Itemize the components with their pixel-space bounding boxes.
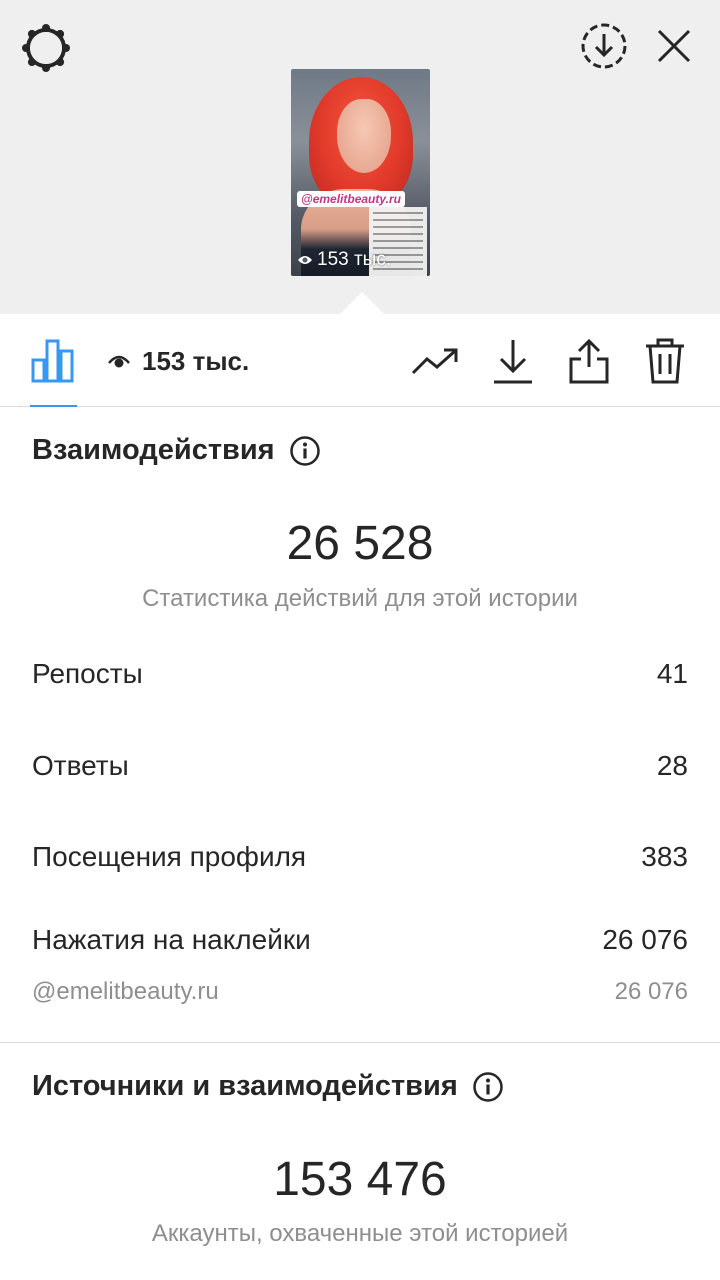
row-value: 383 bbox=[641, 841, 688, 872]
sticker-label: @emelitbeauty.ru bbox=[32, 978, 219, 1005]
delete-button[interactable] bbox=[640, 336, 690, 386]
interactions-title: Взаимодействия bbox=[32, 434, 275, 466]
story-preview-area: @emelitbeauty.ru 153 тыс. bbox=[0, 0, 720, 314]
views-summary: 153 тыс. bbox=[108, 346, 249, 377]
sticker-value: 26 076 bbox=[614, 978, 688, 1005]
row-value: 41 bbox=[656, 658, 688, 689]
sticker-detail-row: @emelitbeauty.ru 26 076 bbox=[32, 978, 688, 1006]
interactions-caption: Статистика действий для этой истории bbox=[142, 585, 578, 612]
promote-icon bbox=[411, 348, 458, 375]
list-item: Нажатия на наклейки 26 076 bbox=[32, 924, 688, 956]
selection-caret bbox=[340, 292, 384, 314]
thumbnail-views-text: 153 тыс. bbox=[317, 249, 392, 270]
settings-button[interactable] bbox=[18, 20, 74, 76]
list-item: Посещения профиля 383 bbox=[32, 841, 688, 873]
promote-button[interactable] bbox=[410, 336, 460, 386]
active-tab-indicator bbox=[30, 405, 77, 407]
interactions-total: 26 528 bbox=[286, 517, 434, 570]
insights-toolbar: 153 тыс. bbox=[0, 314, 720, 407]
save-to-archive-icon bbox=[581, 23, 627, 69]
views-count: 153 тыс. bbox=[142, 346, 250, 376]
row-label: Нажатия на наклейки bbox=[32, 924, 311, 955]
save-to-archive-button[interactable] bbox=[578, 20, 630, 72]
insights-icon bbox=[31, 339, 74, 383]
thumbnail-views: 153 тыс. bbox=[297, 249, 391, 271]
tab-insights[interactable] bbox=[30, 338, 76, 384]
photo-face bbox=[337, 99, 391, 173]
eye-icon bbox=[108, 355, 130, 367]
row-label: Репосты bbox=[32, 658, 143, 689]
delete-icon bbox=[646, 338, 684, 384]
row-value: 28 bbox=[656, 750, 688, 781]
section-divider bbox=[0, 1042, 720, 1043]
info-icon[interactable] bbox=[472, 1071, 504, 1103]
eye-icon bbox=[298, 256, 312, 264]
close-icon bbox=[657, 29, 691, 63]
list-item: Ответы 28 bbox=[32, 750, 688, 782]
download-icon bbox=[494, 340, 532, 384]
story-thumbnail[interactable]: @emelitbeauty.ru 153 тыс. bbox=[291, 69, 430, 276]
row-value: 26 076 bbox=[602, 924, 688, 955]
discovery-header: Источники и взаимодействия bbox=[32, 1070, 504, 1103]
interactions-header: Взаимодействия bbox=[32, 434, 321, 467]
discovery-caption: Аккаунты, охваченные этой историей bbox=[151, 1220, 569, 1247]
settings-icon bbox=[22, 24, 70, 72]
row-label: Посещения профиля bbox=[32, 841, 307, 872]
mention-sticker: @emelitbeauty.ru bbox=[297, 191, 405, 207]
share-button[interactable] bbox=[564, 336, 614, 386]
discovery-title: Источники и взаимодействия bbox=[32, 1070, 458, 1102]
list-item: Репосты 41 bbox=[32, 658, 688, 690]
download-button[interactable] bbox=[488, 336, 538, 386]
info-icon[interactable] bbox=[289, 435, 321, 467]
discovery-total: 153 476 bbox=[273, 1153, 447, 1206]
share-icon bbox=[569, 338, 609, 384]
row-label: Ответы bbox=[32, 750, 129, 781]
close-button[interactable] bbox=[650, 22, 698, 70]
